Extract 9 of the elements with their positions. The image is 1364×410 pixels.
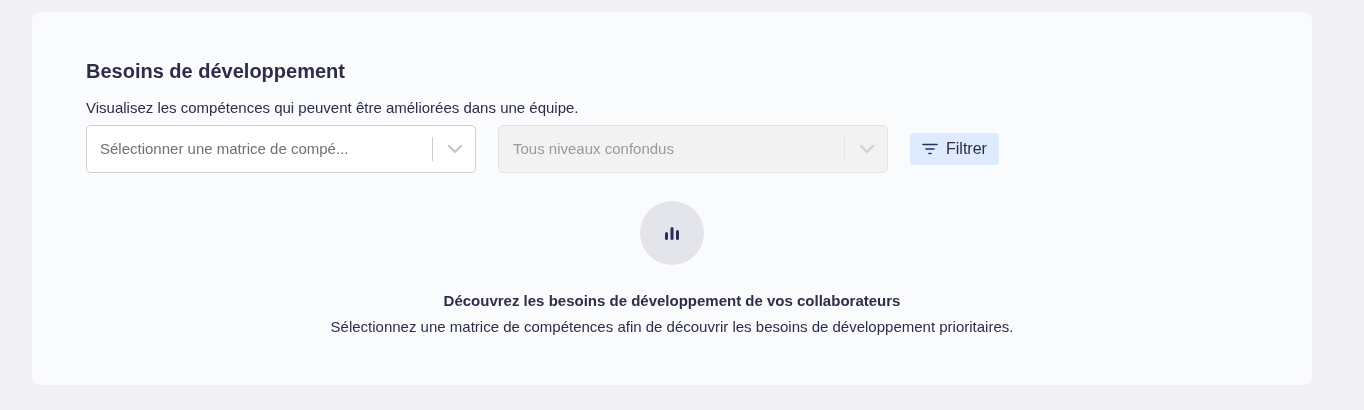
filter-icon [922, 143, 938, 155]
chevron-down-icon [859, 144, 875, 154]
empty-state-title: Découvrez les besoins de développement de vos collaborateurs [443, 291, 901, 311]
empty-state-text: Sélectionnez une matrice de compétences afin de découvrir les besoins de développement prioritaires. [330, 317, 1014, 337]
select-field[interactable]: Sélectionner une matrice de compé... [86, 125, 476, 173]
section-title: Besoins de développement [86, 59, 345, 84]
chevron-down-icon [447, 144, 463, 154]
section-description: Visualisez les compétences qui peuvent être améliorées dans une équipe. [86, 98, 579, 118]
filter-button[interactable]: Filtrer [910, 133, 999, 165]
